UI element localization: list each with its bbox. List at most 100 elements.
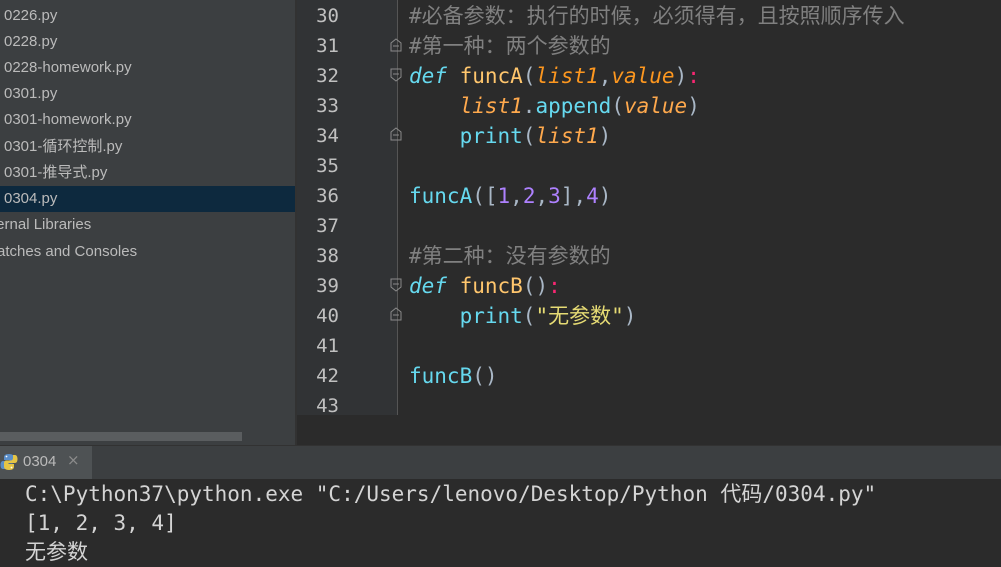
fold-marker-icon[interactable] <box>390 127 402 141</box>
code-editor[interactable]: 30 31 32 33 34 35 36 37 38 39 40 41 42 4… <box>297 0 1001 415</box>
code-function-call: funcA <box>409 184 473 208</box>
line-number: 31 <box>316 35 339 57</box>
tree-item-0304[interactable]: 0304.py <box>0 186 295 212</box>
line-number: 41 <box>316 335 339 357</box>
code-punct: : <box>687 64 700 88</box>
line-number: 34 <box>316 125 339 147</box>
line-number: 36 <box>316 185 339 207</box>
code-comment: #必备参数：执行的时候，必须得有，且按照顺序传入 <box>409 4 905 28</box>
tree-item-label: 0304.py <box>4 190 58 207</box>
code-variable: list1 <box>459 94 523 118</box>
code-punct: , <box>510 184 523 208</box>
code-builtin: print <box>459 304 523 328</box>
console-line: [1, 2, 3, 4] <box>25 511 177 535</box>
code-keyword: def <box>409 64 447 88</box>
tree-item-label: 0228-homework.py <box>4 59 132 76</box>
line-number-gutter: 30 31 32 33 34 35 36 37 38 39 40 41 42 4… <box>297 0 397 415</box>
tree-item-label: 0301-homework.py <box>4 111 132 128</box>
code-function-name: funcB <box>459 274 523 298</box>
code-punct: ) <box>598 184 612 208</box>
code-punct: ) <box>687 94 700 118</box>
run-tab-label: 0304 <box>23 453 57 470</box>
code-comment: #第一种：两个参数的 <box>409 34 611 58</box>
tree-item-label: 0301-循环控制.py <box>4 138 123 155</box>
console-line: 无参数 <box>25 540 88 564</box>
tree-item-label: ternal Libraries <box>0 216 92 233</box>
tree-item-0226[interactable]: 0226.py <box>0 3 295 29</box>
code-punct: ( <box>611 94 624 118</box>
line-number: 32 <box>316 65 339 87</box>
code-line-31: #第一种：两个参数的 <box>409 31 611 61</box>
tree-item-0301-comprehension[interactable]: 0301-推导式.py <box>0 160 295 186</box>
tree-horizontal-scrollbar[interactable] <box>0 432 242 441</box>
code-line-33: list1.append(value) <box>409 91 700 121</box>
code-line-32: def funcA(list1,value): <box>409 61 700 91</box>
fold-marker-icon[interactable] <box>390 68 402 82</box>
code-line-39: def funcB(): <box>409 271 561 301</box>
line-number: 35 <box>316 155 339 177</box>
line-number: 30 <box>316 5 339 27</box>
run-console-output[interactable]: C:\Python37\python.exe "C:/Users/lenovo/… <box>0 479 1001 564</box>
code-variable: list1 <box>535 124 599 148</box>
code-punct: ( <box>522 64 536 88</box>
code-builtin: print <box>459 124 523 148</box>
code-parameter: value <box>611 64 675 88</box>
tree-item-label: 0301-推导式.py <box>4 164 108 181</box>
code-punct: , <box>535 184 549 208</box>
python-icon <box>0 453 18 471</box>
project-tree-panel: 0226.py 0228.py 0228-homework.py 0301.py… <box>0 0 295 445</box>
line-number: 43 <box>316 395 339 415</box>
line-number: 40 <box>316 305 339 327</box>
code-number: 3 <box>548 184 561 208</box>
code-parameter: list1 <box>535 64 599 88</box>
tree-item-label: ratches and Consoles <box>0 243 138 260</box>
tree-item-label: 0301.py <box>4 85 58 102</box>
code-number: 1 <box>497 184 511 208</box>
fold-marker-icon[interactable] <box>390 38 402 52</box>
tree-item-scratches-and-consoles[interactable]: ratches and Consoles <box>0 239 295 265</box>
code-comment: #第二种：没有参数的 <box>409 244 611 268</box>
code-function-name: funcA <box>459 64 523 88</box>
code-method: append <box>535 94 612 118</box>
code-punct: . <box>522 94 536 118</box>
code-line-36: funcA([1,2,3],4) <box>409 181 611 211</box>
code-number: 2 <box>522 184 536 208</box>
line-number: 37 <box>316 215 339 237</box>
code-line-40: print("无参数") <box>409 301 637 331</box>
fold-marker-icon[interactable] <box>390 278 402 292</box>
code-punct: ([ <box>472 184 498 208</box>
code-punct: ( <box>522 304 536 328</box>
code-punct: ) <box>674 64 688 88</box>
code-punct: : <box>548 274 561 298</box>
tree-item-label: 0226.py <box>4 7 58 24</box>
tree-item-external-libraries[interactable]: ternal Libraries <box>0 212 295 238</box>
editor-scroll-area <box>297 415 1001 445</box>
tree-item-0228-homework[interactable]: 0228-homework.py <box>0 55 295 81</box>
close-icon[interactable]: × <box>67 451 80 469</box>
code-function-call: funcB <box>409 364 473 388</box>
run-tool-window-header: 0304 × <box>0 445 1001 479</box>
code-keyword: def <box>409 274 447 298</box>
line-number: 33 <box>316 95 339 117</box>
line-number: 39 <box>316 275 339 297</box>
tree-item-0301-homework[interactable]: 0301-homework.py <box>0 107 295 133</box>
code-punct: ) <box>598 124 612 148</box>
code-line-34: print(list1) <box>409 121 612 151</box>
tree-item-label: 0228.py <box>4 33 58 50</box>
code-line-30: #必备参数：执行的时候，必须得有，且按照顺序传入 <box>409 1 905 31</box>
tree-item-0228[interactable]: 0228.py <box>0 29 295 55</box>
line-number: 42 <box>316 365 339 387</box>
code-number: 4 <box>586 184 599 208</box>
tree-item-0301-loop-control[interactable]: 0301-循环控制.py <box>0 134 295 160</box>
code-line-38: #第二种：没有参数的 <box>409 241 611 271</box>
line-number: 38 <box>316 245 339 267</box>
gutter-separator <box>397 0 398 415</box>
code-variable: value <box>623 94 688 118</box>
console-line: C:\Python37\python.exe "C:/Users/lenovo/… <box>25 482 877 506</box>
run-tab-0304[interactable]: 0304 × <box>0 446 92 479</box>
code-punct: ( <box>522 124 536 148</box>
fold-marker-icon[interactable] <box>390 307 402 321</box>
code-punct: , <box>598 64 612 88</box>
tree-item-0301[interactable]: 0301.py <box>0 81 295 107</box>
code-punct: () <box>472 364 498 388</box>
